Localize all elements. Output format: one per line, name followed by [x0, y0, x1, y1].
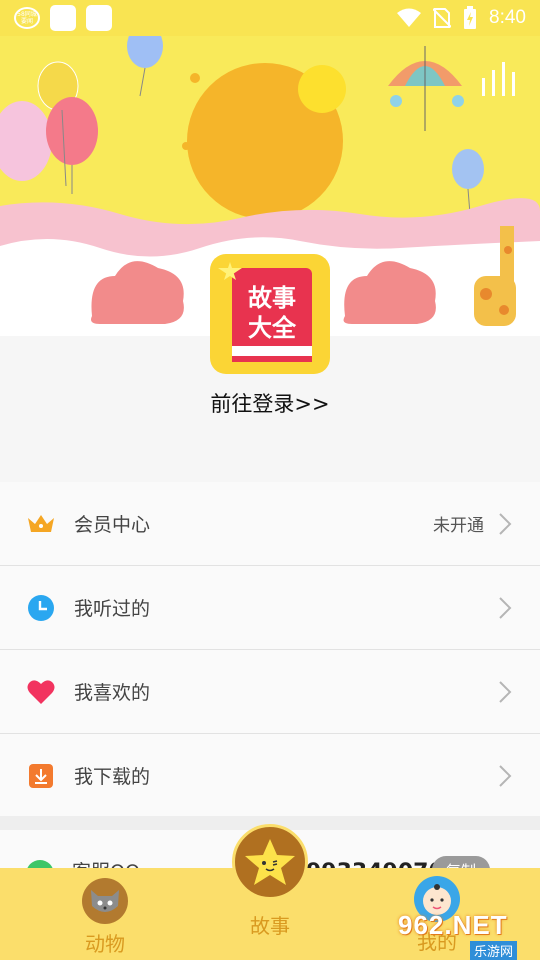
battery-charging-icon — [464, 6, 477, 29]
menu-list: 会员中心 未开通 我听过的 我喜欢的 我下载的 — [0, 482, 540, 818]
clock-time: 8:40 — [489, 7, 526, 28]
menu-item-label: 我听过的 — [74, 598, 151, 620]
crown-icon — [26, 509, 56, 539]
notification-app-icon — [86, 5, 112, 31]
download-icon — [26, 761, 56, 791]
chevron-right-icon — [496, 596, 514, 620]
wifi-icon — [397, 8, 422, 27]
menu-item-vip[interactable]: 会员中心 未开通 — [0, 482, 540, 566]
storybook-icon: 故事 大全 — [218, 262, 312, 362]
app-logo: 故事 大全 — [210, 254, 330, 374]
star-icon — [232, 824, 308, 900]
tab-label: 动物 — [85, 932, 125, 956]
login-link[interactable]: 前往登录>> — [0, 388, 540, 418]
menu-item-downloads[interactable]: 我下载的 — [0, 734, 540, 818]
menu-item-label: 我下载的 — [74, 766, 151, 788]
chevron-right-icon — [496, 680, 514, 704]
watermark-subtext: 乐游网 — [470, 941, 518, 960]
menu-item-history[interactable]: 我听过的 — [0, 566, 540, 650]
chevron-right-icon — [496, 764, 514, 788]
tab-animals[interactable]: 动物 — [64, 878, 146, 957]
notification-app-icon — [50, 5, 76, 31]
notification-badge-icon: 58同城 要闻 — [14, 7, 40, 29]
vip-status: 未开通 — [433, 516, 484, 536]
menu-item-label: 会员中心 — [74, 514, 151, 536]
site-watermark: 962.NET 乐游网 — [398, 910, 536, 960]
heart-icon — [26, 677, 56, 707]
clock-icon — [26, 593, 56, 623]
no-sim-icon — [433, 8, 452, 28]
logo-text-line-2: 大全 — [248, 314, 297, 342]
menu-item-label: 我喜欢的 — [74, 682, 151, 704]
chevron-right-icon — [496, 512, 514, 536]
status-bar: 58同城 要闻 8:40 — [0, 0, 540, 36]
watermark-text: 962.NET — [398, 910, 508, 940]
tab-label: 故事 — [250, 914, 290, 938]
cat-icon — [82, 878, 128, 924]
logo-text-line-1: 故事 — [248, 284, 296, 312]
menu-item-favorites[interactable]: 我喜欢的 — [0, 650, 540, 734]
tab-stories[interactable]: 故事 — [224, 824, 316, 939]
